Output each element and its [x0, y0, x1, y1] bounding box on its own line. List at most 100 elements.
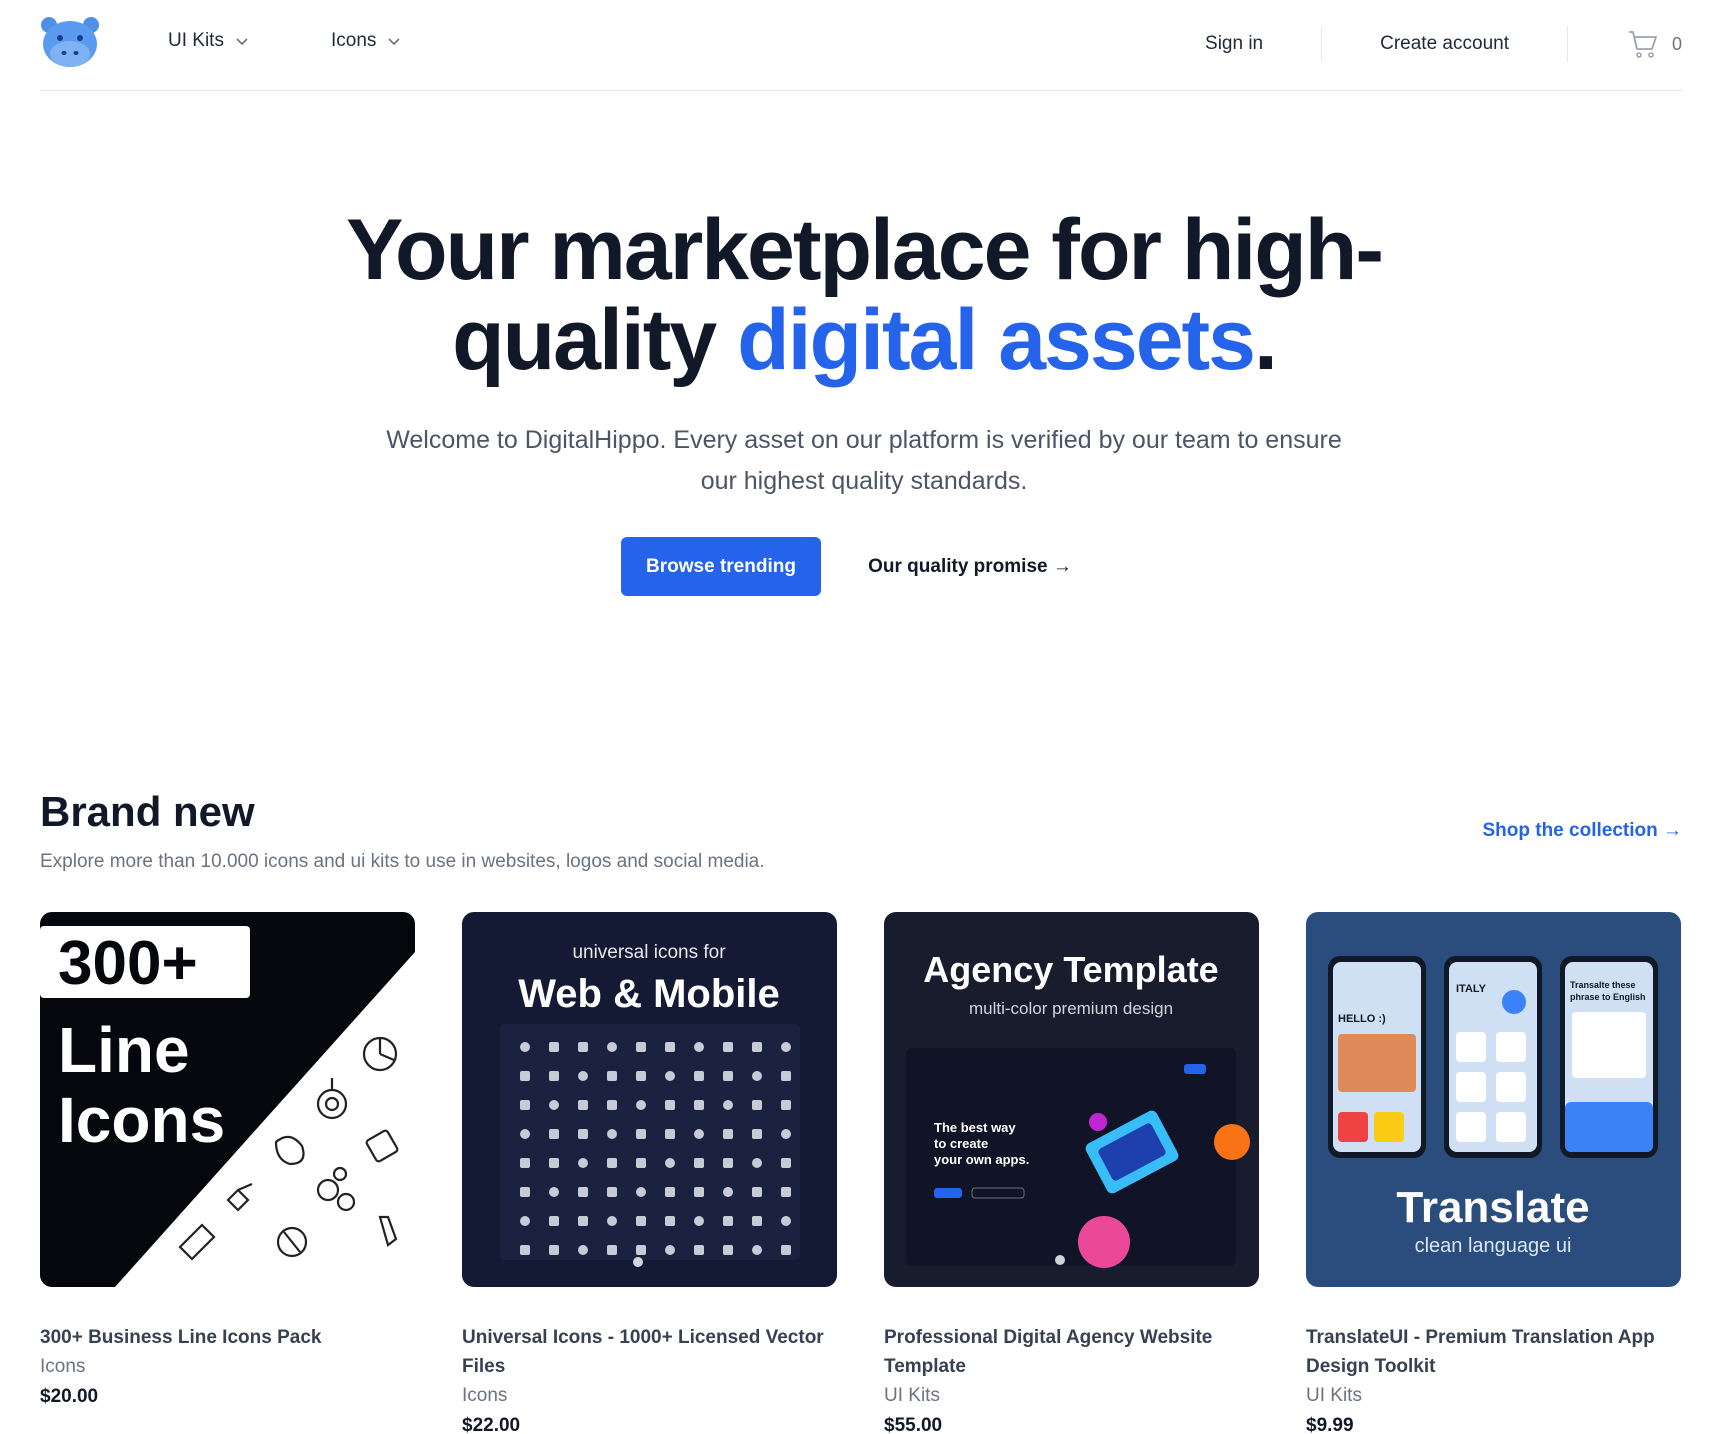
agency-template-thumbnail: Agency Template multi-color premium desi…	[884, 912, 1259, 1287]
shop-collection-link[interactable]: Shop the collection →	[1482, 820, 1682, 842]
top-navbar: UI Kits Icons Sign in Create account 0	[40, 0, 1682, 91]
thumb-big: Translate	[1396, 1183, 1589, 1232]
cart-button[interactable]: 0	[1626, 27, 1682, 61]
hero-title-line2: quality	[452, 292, 738, 388]
grid-glyph-icon	[578, 1216, 588, 1226]
product-name[interactable]: Professional Digital Agency Website Temp…	[884, 1323, 1259, 1381]
grid-glyph-icon	[665, 1187, 675, 1197]
grid-glyph-icon	[636, 1129, 646, 1139]
grid-glyph-icon	[607, 1216, 617, 1226]
universal-icons-thumbnail: universal icons for Web & Mobile	[462, 912, 837, 1287]
product-category: Icons	[462, 1385, 508, 1406]
product-category: Icons	[40, 1356, 86, 1377]
chevron-down-icon	[388, 38, 400, 46]
shopping-cart-icon	[1628, 31, 1657, 58]
quality-promise-link[interactable]: Our quality promise →	[860, 537, 1080, 596]
grid-glyph-icon	[694, 1071, 704, 1081]
thumb-tagline1: The best way	[934, 1120, 1016, 1135]
product-category: UI Kits	[884, 1385, 940, 1406]
grid-glyph-icon	[636, 1100, 646, 1110]
product-image[interactable]: Agency Template multi-color premium desi…	[884, 912, 1259, 1287]
grid-glyph-icon	[578, 1158, 588, 1168]
cart-count: 0	[1671, 33, 1682, 54]
grid-glyph-icon	[752, 1071, 762, 1081]
grid-glyph-icon	[694, 1216, 704, 1226]
hero-subtitle: Welcome to DigitalHippo. Every asset on …	[386, 426, 1342, 495]
product-card[interactable]: 300+ Line Icons 300+ Business Line Icons…	[40, 912, 415, 1408]
grid-glyph-icon	[636, 1158, 646, 1168]
grid-glyph-icon	[781, 1187, 791, 1197]
grid-glyph-icon	[607, 1158, 617, 1168]
grid-glyph-icon	[578, 1245, 588, 1255]
thumb-small: universal icons for	[572, 942, 726, 963]
grid-glyph-icon	[781, 1245, 791, 1255]
grid-glyph-icon	[752, 1187, 762, 1197]
grid-glyph-icon	[607, 1245, 617, 1255]
grid-glyph-icon	[636, 1216, 646, 1226]
product-image[interactable]: universal icons for Web & Mobile	[462, 912, 837, 1287]
grid-glyph-icon	[752, 1158, 762, 1168]
grid-glyph-icon	[752, 1100, 762, 1110]
thumb-phone2: ITALY	[1456, 983, 1487, 995]
section-description: Explore more than 10.000 icons and ui ki…	[40, 851, 765, 872]
product-name[interactable]: TranslateUI - Premium Translation App De…	[1306, 1323, 1681, 1381]
grid-glyph-icon	[607, 1100, 617, 1110]
thumb-phone3-line2: phrase to English	[1570, 992, 1646, 1002]
grid-glyph-icon	[665, 1158, 675, 1168]
grid-glyph-icon	[549, 1158, 559, 1168]
nav-menu-icons[interactable]: Icons	[331, 30, 402, 52]
create-account-link[interactable]: Create account	[1380, 33, 1509, 55]
sign-in-link[interactable]: Sign in	[1205, 33, 1263, 55]
product-card[interactable]: Agency Template multi-color premium desi…	[884, 912, 1259, 1434]
grid-glyph-icon	[781, 1158, 791, 1168]
grid-glyph-icon	[549, 1245, 559, 1255]
grid-glyph-icon	[549, 1216, 559, 1226]
grid-glyph-icon	[665, 1100, 675, 1110]
grid-glyph-icon	[549, 1129, 559, 1139]
thumb-big: Web & Mobile	[518, 972, 779, 1016]
product-image[interactable]: HELLO :) ITALY Transalte these phrase to…	[1306, 912, 1681, 1287]
grid-glyph-icon	[520, 1042, 530, 1052]
nav-menu-ui-kits[interactable]: UI Kits	[168, 30, 250, 52]
nav-divider	[1321, 26, 1323, 62]
product-price: $9.99	[1306, 1415, 1354, 1434]
browse-trending-button[interactable]: Browse trending	[621, 537, 821, 596]
grid-glyph-icon	[752, 1042, 762, 1052]
grid-glyph-icon	[578, 1042, 588, 1052]
hippo-logo-icon[interactable]	[40, 16, 100, 70]
grid-glyph-icon	[723, 1100, 733, 1110]
product-price: $22.00	[462, 1415, 521, 1434]
grid-glyph-icon	[665, 1071, 675, 1081]
grid-glyph-icon	[752, 1216, 762, 1226]
hero-title-accent: digital assets	[737, 292, 1256, 388]
thumb-big: Agency Template	[923, 949, 1218, 990]
grid-glyph-icon	[636, 1042, 646, 1052]
thumb-phone1: HELLO :)	[1338, 1013, 1386, 1025]
product-name[interactable]: 300+ Business Line Icons Pack	[40, 1323, 415, 1352]
product-name[interactable]: Universal Icons - 1000+ Licensed Vector …	[462, 1323, 837, 1381]
thumb-tagline2: to create	[934, 1136, 988, 1151]
hero-title-line1: Your marketplace for high-	[346, 202, 1384, 298]
grid-glyph-icon	[723, 1245, 733, 1255]
grid-glyph-icon	[723, 1129, 733, 1139]
thumb-line2: Icons	[58, 1084, 225, 1156]
grid-glyph-icon	[520, 1158, 530, 1168]
grid-glyph-icon	[607, 1042, 617, 1052]
nav-menu-label: Icons	[331, 30, 377, 51]
grid-glyph-icon	[694, 1158, 704, 1168]
grid-glyph-icon	[520, 1129, 530, 1139]
product-image[interactable]: 300+ Line Icons	[40, 912, 415, 1287]
grid-glyph-icon	[723, 1071, 733, 1081]
grid-glyph-icon	[665, 1216, 675, 1226]
grid-glyph-icon	[607, 1129, 617, 1139]
line-icons-thumbnail: 300+ Line Icons	[40, 912, 415, 1287]
hero-title: Your marketplace for high- quality digit…	[0, 205, 1728, 385]
product-category: UI Kits	[1306, 1385, 1362, 1406]
thumb-phone3-line1: Transalte these	[1570, 980, 1636, 990]
product-card[interactable]: universal icons for Web & Mobile Univers…	[462, 912, 837, 1434]
grid-glyph-icon	[781, 1042, 791, 1052]
hero-title-period: .	[1254, 292, 1278, 388]
product-card[interactable]: HELLO :) ITALY Transalte these phrase to…	[1306, 912, 1681, 1434]
grid-glyph-icon	[636, 1187, 646, 1197]
grid-glyph-icon	[549, 1042, 559, 1052]
